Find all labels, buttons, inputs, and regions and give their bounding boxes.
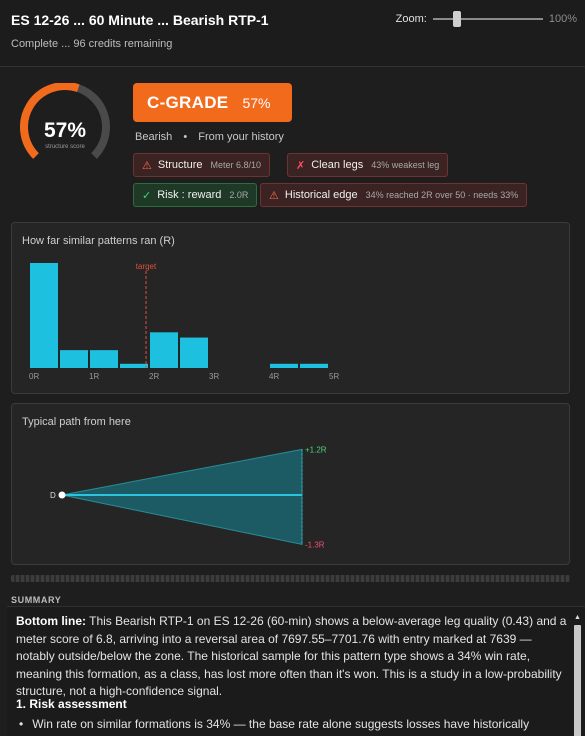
zoom-label: Zoom:: [395, 13, 427, 25]
zoom-value: 100%: [548, 13, 577, 25]
path-cone: [61, 448, 303, 546]
warning-icon: ⚠: [142, 159, 152, 172]
path-panel: D +1.2R -1.3R Typical path from here: [11, 403, 570, 565]
histogram-bar: [120, 363, 148, 368]
badge-risk-reward: ✓ Risk : reward 2.0R: [133, 183, 258, 207]
badge-detail: 34% reached 2R over 50 · needs 33%: [365, 190, 519, 200]
x-tick-label: 0R: [29, 372, 39, 381]
score-value: 57%: [43, 119, 87, 142]
upper-bound-label: +1.2R: [305, 445, 327, 454]
histogram-bar: [60, 350, 88, 368]
bottom-line-label: Bottom line:: [16, 614, 86, 628]
badge-label: Structure: [157, 159, 203, 171]
score-caption: structure score: [45, 144, 85, 150]
bullet-text: Win rate on similar formations is 34% — …: [32, 717, 530, 731]
warning-icon: ⚠: [269, 189, 279, 202]
zoom-slider[interactable]: [432, 11, 543, 27]
list-item: • Win rate on similar formations is 34% —…: [19, 717, 559, 731]
badge-detail: 2.0R: [229, 190, 249, 200]
x-tick-label: 5R: [329, 372, 339, 381]
bottom-line-text: This Bearish RTP-1 on ES 12-26 (60-min) …: [16, 614, 567, 698]
histogram-bar: [300, 363, 328, 368]
scrollbar-thumb[interactable]: [574, 625, 581, 736]
summary-panel: Bottom line: This Bearish RTP-1 on ES 12…: [7, 606, 585, 736]
horizontal-scrollbar[interactable]: [11, 575, 570, 582]
grade-name: C-GRADE: [147, 92, 229, 112]
badge-detail: Meter 6.8/10: [210, 160, 262, 170]
start-label: D: [50, 491, 56, 500]
separator-dot: •: [183, 131, 188, 143]
zoom-slider-thumb[interactable]: [453, 11, 462, 27]
badge-structure: ⚠ Structure Meter 6.8/10: [133, 153, 271, 177]
path-chart: D +1.2R -1.3R: [50, 445, 327, 549]
credits-status: Complete ... 96 credits remaining: [11, 38, 173, 50]
header-bar: ES 12-26 ... 60 Minute ... Bearish RTP-1…: [0, 0, 585, 67]
badge-label: Clean legs: [311, 159, 364, 171]
page-title: ES 12-26 ... 60 Minute ... Bearish RTP-1: [11, 12, 269, 28]
x-tick-label: 3R: [209, 372, 219, 381]
direction-label: Bearish: [135, 131, 173, 143]
badge-clean-legs: ✗ Clean legs 43% weakest leg: [287, 153, 449, 177]
zoom-slider-track: [432, 18, 543, 20]
x-tick-label: 4R: [269, 372, 279, 381]
histogram-bar: [150, 332, 178, 368]
histogram-bar: [30, 263, 58, 368]
badge-label: Risk : reward: [157, 189, 222, 201]
x-tick-label: 2R: [149, 372, 159, 381]
x-icon: ✗: [296, 159, 306, 172]
zoom-control: Zoom: 100%: [396, 11, 577, 27]
histogram-bar: [90, 350, 118, 368]
scroll-up-icon[interactable]: ▲: [573, 613, 582, 622]
badge-detail: 43% weakest leg: [371, 160, 440, 170]
lower-bound-label: -1.3R: [305, 540, 325, 549]
grade-percent: 57%: [242, 94, 271, 111]
grade-badge: C-GRADE 57%: [133, 83, 292, 122]
badge-historical-edge: ⚠ Historical edge 34% reached 2R over 50…: [260, 183, 528, 207]
vertical-scrollbar[interactable]: ▲: [573, 613, 582, 736]
bullet-dot: •: [19, 717, 24, 731]
histogram-chart: 0R 1R 2R 3R 4R 5R target: [29, 262, 339, 381]
path-title: Typical path from here: [22, 416, 131, 428]
start-point: [58, 491, 66, 499]
target-label: target: [136, 262, 157, 271]
pattern-context: Bearish • From your history: [135, 131, 284, 143]
badge-label: Historical edge: [284, 189, 358, 201]
source-label: From your history: [198, 131, 284, 143]
check-icon: ✓: [142, 189, 152, 202]
histogram-title: How far similar patterns ran (R): [22, 235, 175, 247]
histogram-panel: 0R 1R 2R 3R 4R 5R target How far similar patte…: [11, 222, 570, 394]
histogram-bar: [270, 363, 298, 368]
structure-score-gauge: 57% structure score: [14, 82, 116, 171]
x-tick-label: 1R: [89, 372, 99, 381]
risk-assessment-heading: 1. Risk assessment: [16, 697, 127, 711]
summary-heading: SUMMARY: [11, 595, 62, 605]
summary-bottom-line: Bottom line: This Bearish RTP-1 on ES 12…: [16, 613, 571, 701]
histogram-bar: [180, 337, 208, 368]
